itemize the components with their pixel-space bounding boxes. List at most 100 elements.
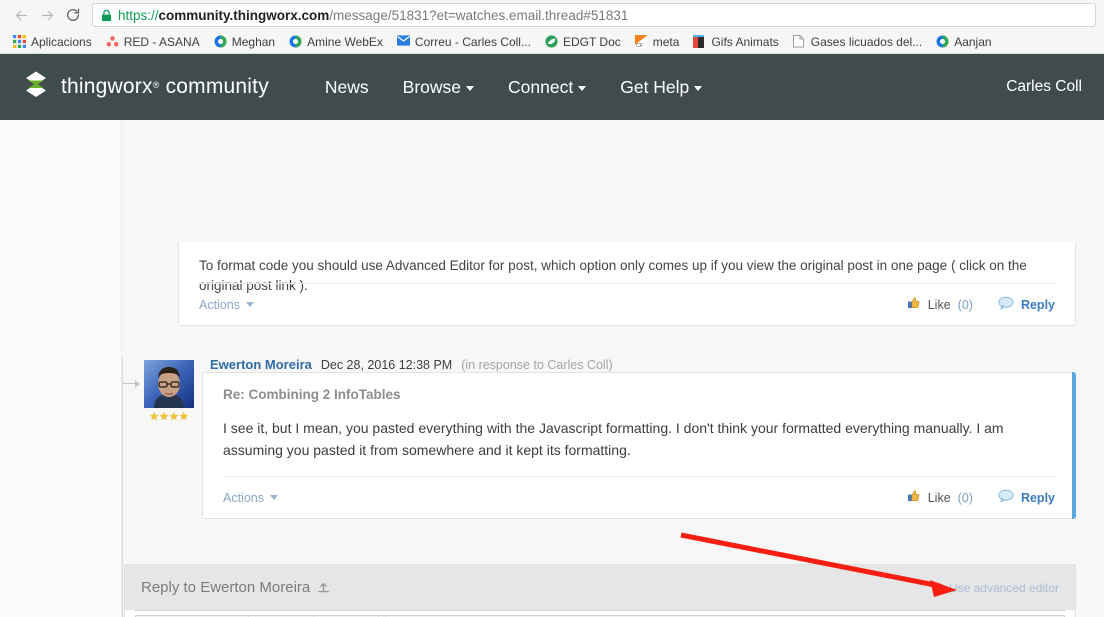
like-count: (0) bbox=[957, 297, 973, 312]
in-response-to: (in response to Carles Coll) bbox=[461, 358, 613, 372]
post-card-1: To format code you should use Advanced E… bbox=[178, 242, 1076, 326]
post-2-footer-right: Like (0) Reply bbox=[907, 489, 1055, 506]
like-button[interactable]: Like (0) bbox=[907, 489, 973, 506]
globe-icon bbox=[214, 35, 227, 48]
reputation-stars: ★ ★ ★ ★ bbox=[144, 412, 194, 423]
leaf-icon bbox=[545, 35, 558, 48]
brand-name: thingworx® community bbox=[61, 75, 269, 98]
reply-button[interactable]: Reply bbox=[998, 489, 1055, 506]
like-button[interactable]: Like (0) bbox=[907, 296, 973, 313]
bookmark-meghan[interactable]: Meghan bbox=[207, 35, 282, 48]
bookmark-edgt-doc[interactable]: EDGT Doc bbox=[538, 35, 628, 48]
bookmark-label: meta bbox=[652, 34, 680, 49]
site-navbar: thingworx® community News Browse Connect… bbox=[0, 54, 1104, 120]
nav-label: Browse bbox=[402, 76, 462, 97]
star-icon: ★ bbox=[178, 411, 189, 423]
composer-right-edge bbox=[1065, 610, 1076, 617]
actions-dropdown[interactable]: Actions bbox=[223, 491, 278, 505]
bookmark-amine-webex[interactable]: Amine WebEx bbox=[282, 35, 390, 48]
svg-text:CF: CF bbox=[636, 43, 644, 48]
forward-arrow-icon[interactable] bbox=[34, 2, 60, 28]
lock-icon bbox=[101, 9, 112, 22]
avatar-block: ★ ★ ★ ★ bbox=[144, 360, 194, 423]
post-2-body: I see it, but I mean, you pasted everyth… bbox=[223, 420, 1004, 458]
chevron-down-icon bbox=[694, 86, 703, 91]
url-host: community.thingworx.com bbox=[158, 7, 330, 23]
bookmark-aplicacions[interactable]: Aplicacions bbox=[6, 35, 99, 48]
bookmark-meta[interactable]: CF meta bbox=[628, 34, 687, 49]
use-advanced-editor-link[interactable]: Use advanced editor bbox=[949, 581, 1059, 595]
bookmarks-bar: Aplicacions RED - ASANA Meghan Amine Web… bbox=[0, 30, 1104, 54]
actions-dropdown[interactable]: Actions bbox=[199, 298, 254, 312]
bookmark-label: Gifs Animats bbox=[711, 34, 779, 49]
bookmark-gifs-animats[interactable]: Gifs Animats bbox=[686, 35, 785, 48]
thread-page: To format code you should use Advanced E… bbox=[0, 120, 1104, 617]
bookmark-label: Gases licuados del... bbox=[810, 34, 923, 49]
nav-item-get-help[interactable]: Get Help bbox=[620, 76, 703, 98]
nav-label: Get Help bbox=[620, 76, 690, 97]
actions-label: Actions bbox=[223, 490, 264, 505]
post-1-footer: Actions Like (0) Reply bbox=[199, 283, 1055, 325]
bookmark-gases-licuados[interactable]: Gases licuados del... bbox=[786, 35, 929, 48]
url-path: /message/51831?et=watches.email.thread#5… bbox=[329, 7, 629, 23]
post-date: Dec 28, 2016 12:38 PM bbox=[320, 358, 453, 372]
bookmark-label: Aanjan bbox=[954, 34, 992, 49]
bookmark-correu[interactable]: Correu - Carles Coll... bbox=[390, 35, 538, 48]
composer-left-edge bbox=[124, 610, 135, 617]
nav-item-news[interactable]: News bbox=[325, 77, 369, 98]
apps-grid-icon bbox=[13, 35, 26, 48]
reply-label: Reply bbox=[1020, 297, 1055, 312]
star-icon: ★ bbox=[149, 411, 160, 423]
reply-composer: Reply to Ewerton Moreira Use advanced ed… bbox=[124, 564, 1076, 617]
speech-bubble-icon bbox=[998, 489, 1014, 506]
nav-item-connect[interactable]: Connect bbox=[508, 77, 587, 98]
globe-icon bbox=[936, 35, 949, 48]
brand-logo[interactable]: thingworx® community bbox=[22, 71, 269, 103]
user-menu[interactable]: Carles Coll bbox=[1006, 78, 1082, 96]
reply-button[interactable]: Reply bbox=[998, 296, 1055, 313]
post-card-2: Re: Combining 2 InfoTables I see it, but… bbox=[202, 372, 1076, 519]
post-2-content: Re: Combining 2 InfoTables I see it, but… bbox=[203, 373, 1075, 461]
browser-toolbar: https://community.thingworx.com/message/… bbox=[0, 0, 1104, 30]
actions-label: Actions bbox=[199, 297, 240, 312]
chevron-down-icon bbox=[270, 495, 278, 500]
browser-chrome: https://community.thingworx.com/message/… bbox=[0, 0, 1104, 54]
bookmark-label: Aplicacions bbox=[31, 34, 92, 49]
mail-icon bbox=[396, 35, 410, 48]
like-label: Like bbox=[927, 490, 951, 505]
composer-header: Reply to Ewerton Moreira Use advanced ed… bbox=[125, 565, 1075, 611]
post-2-author-row: Ewerton Moreira Dec 28, 2016 12:38 PM (i… bbox=[210, 357, 613, 372]
author-name-link[interactable]: Ewerton Moreira bbox=[210, 357, 312, 372]
post-2-subject: Re: Combining 2 InfoTables bbox=[223, 387, 401, 402]
bookmark-label: RED - ASANA bbox=[123, 34, 200, 49]
composer-title: Reply to Ewerton Moreira bbox=[141, 579, 311, 596]
bookmark-label: Correu - Carles Coll... bbox=[414, 34, 531, 49]
like-count: (0) bbox=[957, 490, 973, 505]
star-icon: ★ bbox=[159, 411, 169, 423]
post-2-footer: Actions Like (0) Reply bbox=[223, 476, 1055, 518]
nav-links: News Browse Connect Get Help bbox=[325, 76, 703, 98]
thingworx-diamond-logo bbox=[22, 71, 50, 103]
reload-icon[interactable] bbox=[60, 2, 86, 28]
nav-label: News bbox=[324, 76, 369, 97]
post-1-footer-right: Like (0) Reply bbox=[907, 296, 1055, 313]
user-avatar-photo[interactable] bbox=[144, 360, 194, 408]
speech-bubble-icon bbox=[998, 296, 1014, 313]
asana-icon bbox=[106, 35, 119, 48]
upload-arrow-icon[interactable] bbox=[317, 581, 330, 594]
nav-item-browse[interactable]: Browse bbox=[402, 76, 475, 98]
bookmark-red-asana[interactable]: RED - ASANA bbox=[99, 35, 207, 48]
reply-label: Reply bbox=[1020, 490, 1055, 505]
thumbs-up-icon bbox=[907, 296, 921, 313]
chevron-down-icon bbox=[246, 302, 254, 307]
thread-connector-arrow bbox=[123, 379, 141, 388]
bookmark-label: Meghan bbox=[231, 34, 276, 49]
globe-icon bbox=[289, 35, 302, 48]
bookmark-label: EDGT Doc bbox=[562, 34, 621, 49]
chevron-down-icon bbox=[466, 86, 475, 91]
bookmark-aanjan[interactable]: Aanjan bbox=[929, 35, 998, 48]
back-arrow-icon[interactable] bbox=[8, 2, 34, 28]
left-gutter bbox=[0, 120, 122, 617]
page-icon bbox=[792, 35, 806, 48]
address-bar[interactable]: https://community.thingworx.com/message/… bbox=[92, 3, 1096, 27]
